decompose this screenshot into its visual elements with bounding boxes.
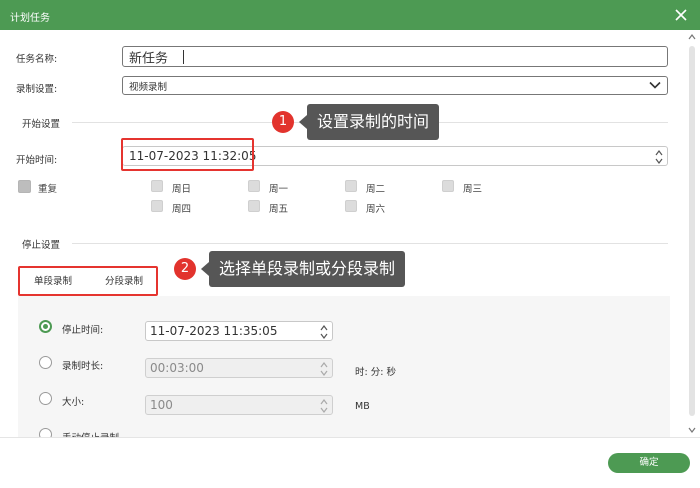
thursday-checkbox[interactable] [151, 200, 163, 212]
stop-time-label: 停止时间: [62, 325, 104, 336]
duration-input[interactable]: 00:03:00 [145, 358, 333, 378]
repeat-label: 重复 [38, 184, 58, 195]
friday-label: 周五 [269, 204, 289, 215]
record-setting-select[interactable]: 视频录制 [122, 76, 668, 95]
monday-label: 周一 [269, 184, 289, 195]
confirm-button[interactable]: 确定 [608, 453, 690, 473]
start-time-label: 开始时间: [16, 155, 58, 166]
duration-spinner[interactable] [320, 361, 328, 377]
highlight-tabs [18, 266, 158, 296]
text-caret [183, 50, 184, 64]
saturday-checkbox[interactable] [345, 200, 357, 212]
vertical-scrollbar[interactable] [686, 32, 698, 436]
saturday-label: 周六 [366, 204, 386, 215]
sunday-label: 周日 [172, 184, 192, 195]
monday-checkbox[interactable] [248, 180, 260, 192]
stop-options-panel [18, 296, 670, 438]
task-name-value: 新任务 [129, 51, 169, 66]
record-setting-label: 录制设置: [16, 84, 58, 95]
size-label: 大小: [62, 397, 85, 408]
annotation-callout-1: 设置录制的时间 [298, 104, 440, 140]
close-icon[interactable] [672, 6, 690, 24]
start-section-title: 开始设置 [22, 119, 61, 130]
sunday-checkbox[interactable] [151, 180, 163, 192]
task-name-label: 任务名称: [16, 54, 58, 65]
highlight-start-time [121, 138, 254, 171]
size-value: 100 [150, 398, 173, 412]
repeat-checkbox[interactable] [18, 180, 31, 193]
size-radio[interactable] [39, 392, 52, 405]
friday-checkbox[interactable] [248, 200, 260, 212]
title-bar: 计划任务 [0, 0, 700, 30]
thursday-label: 周四 [172, 204, 192, 215]
task-name-input[interactable]: 新任务 [122, 46, 668, 67]
annotation-badge-2: 2 [174, 258, 196, 280]
duration-label: 录制时长: [62, 361, 104, 372]
stop-section-title: 停止设置 [22, 240, 61, 251]
start-time-spinner[interactable] [655, 149, 663, 165]
window-title: 计划任务 [10, 13, 50, 24]
size-spinner[interactable] [320, 398, 328, 414]
stop-section-divider [72, 243, 668, 244]
tuesday-checkbox[interactable] [345, 180, 357, 192]
wednesday-checkbox[interactable] [442, 180, 454, 192]
annotation-callout-2: 选择单段录制或分段录制 [200, 251, 406, 287]
size-unit: MB [355, 401, 370, 412]
stop-time-spinner[interactable] [320, 324, 328, 340]
record-setting-value: 视频录制 [129, 81, 168, 93]
duration-value: 00:03:00 [150, 361, 204, 375]
tuesday-label: 周二 [366, 184, 386, 195]
footer-bar [0, 437, 700, 488]
stop-time-input[interactable]: 11-07-2023 11:35:05 [145, 321, 333, 341]
annotation-badge-1: 1 [272, 111, 294, 133]
stop-time-value: 11-07-2023 11:35:05 [150, 324, 278, 338]
duration-radio[interactable] [39, 356, 52, 369]
chevron-down-icon [649, 81, 661, 89]
wednesday-label: 周三 [463, 184, 483, 195]
size-input[interactable]: 100 [145, 395, 333, 415]
duration-unit: 时: 分: 秒 [355, 367, 396, 378]
stop-time-radio[interactable] [39, 320, 52, 333]
